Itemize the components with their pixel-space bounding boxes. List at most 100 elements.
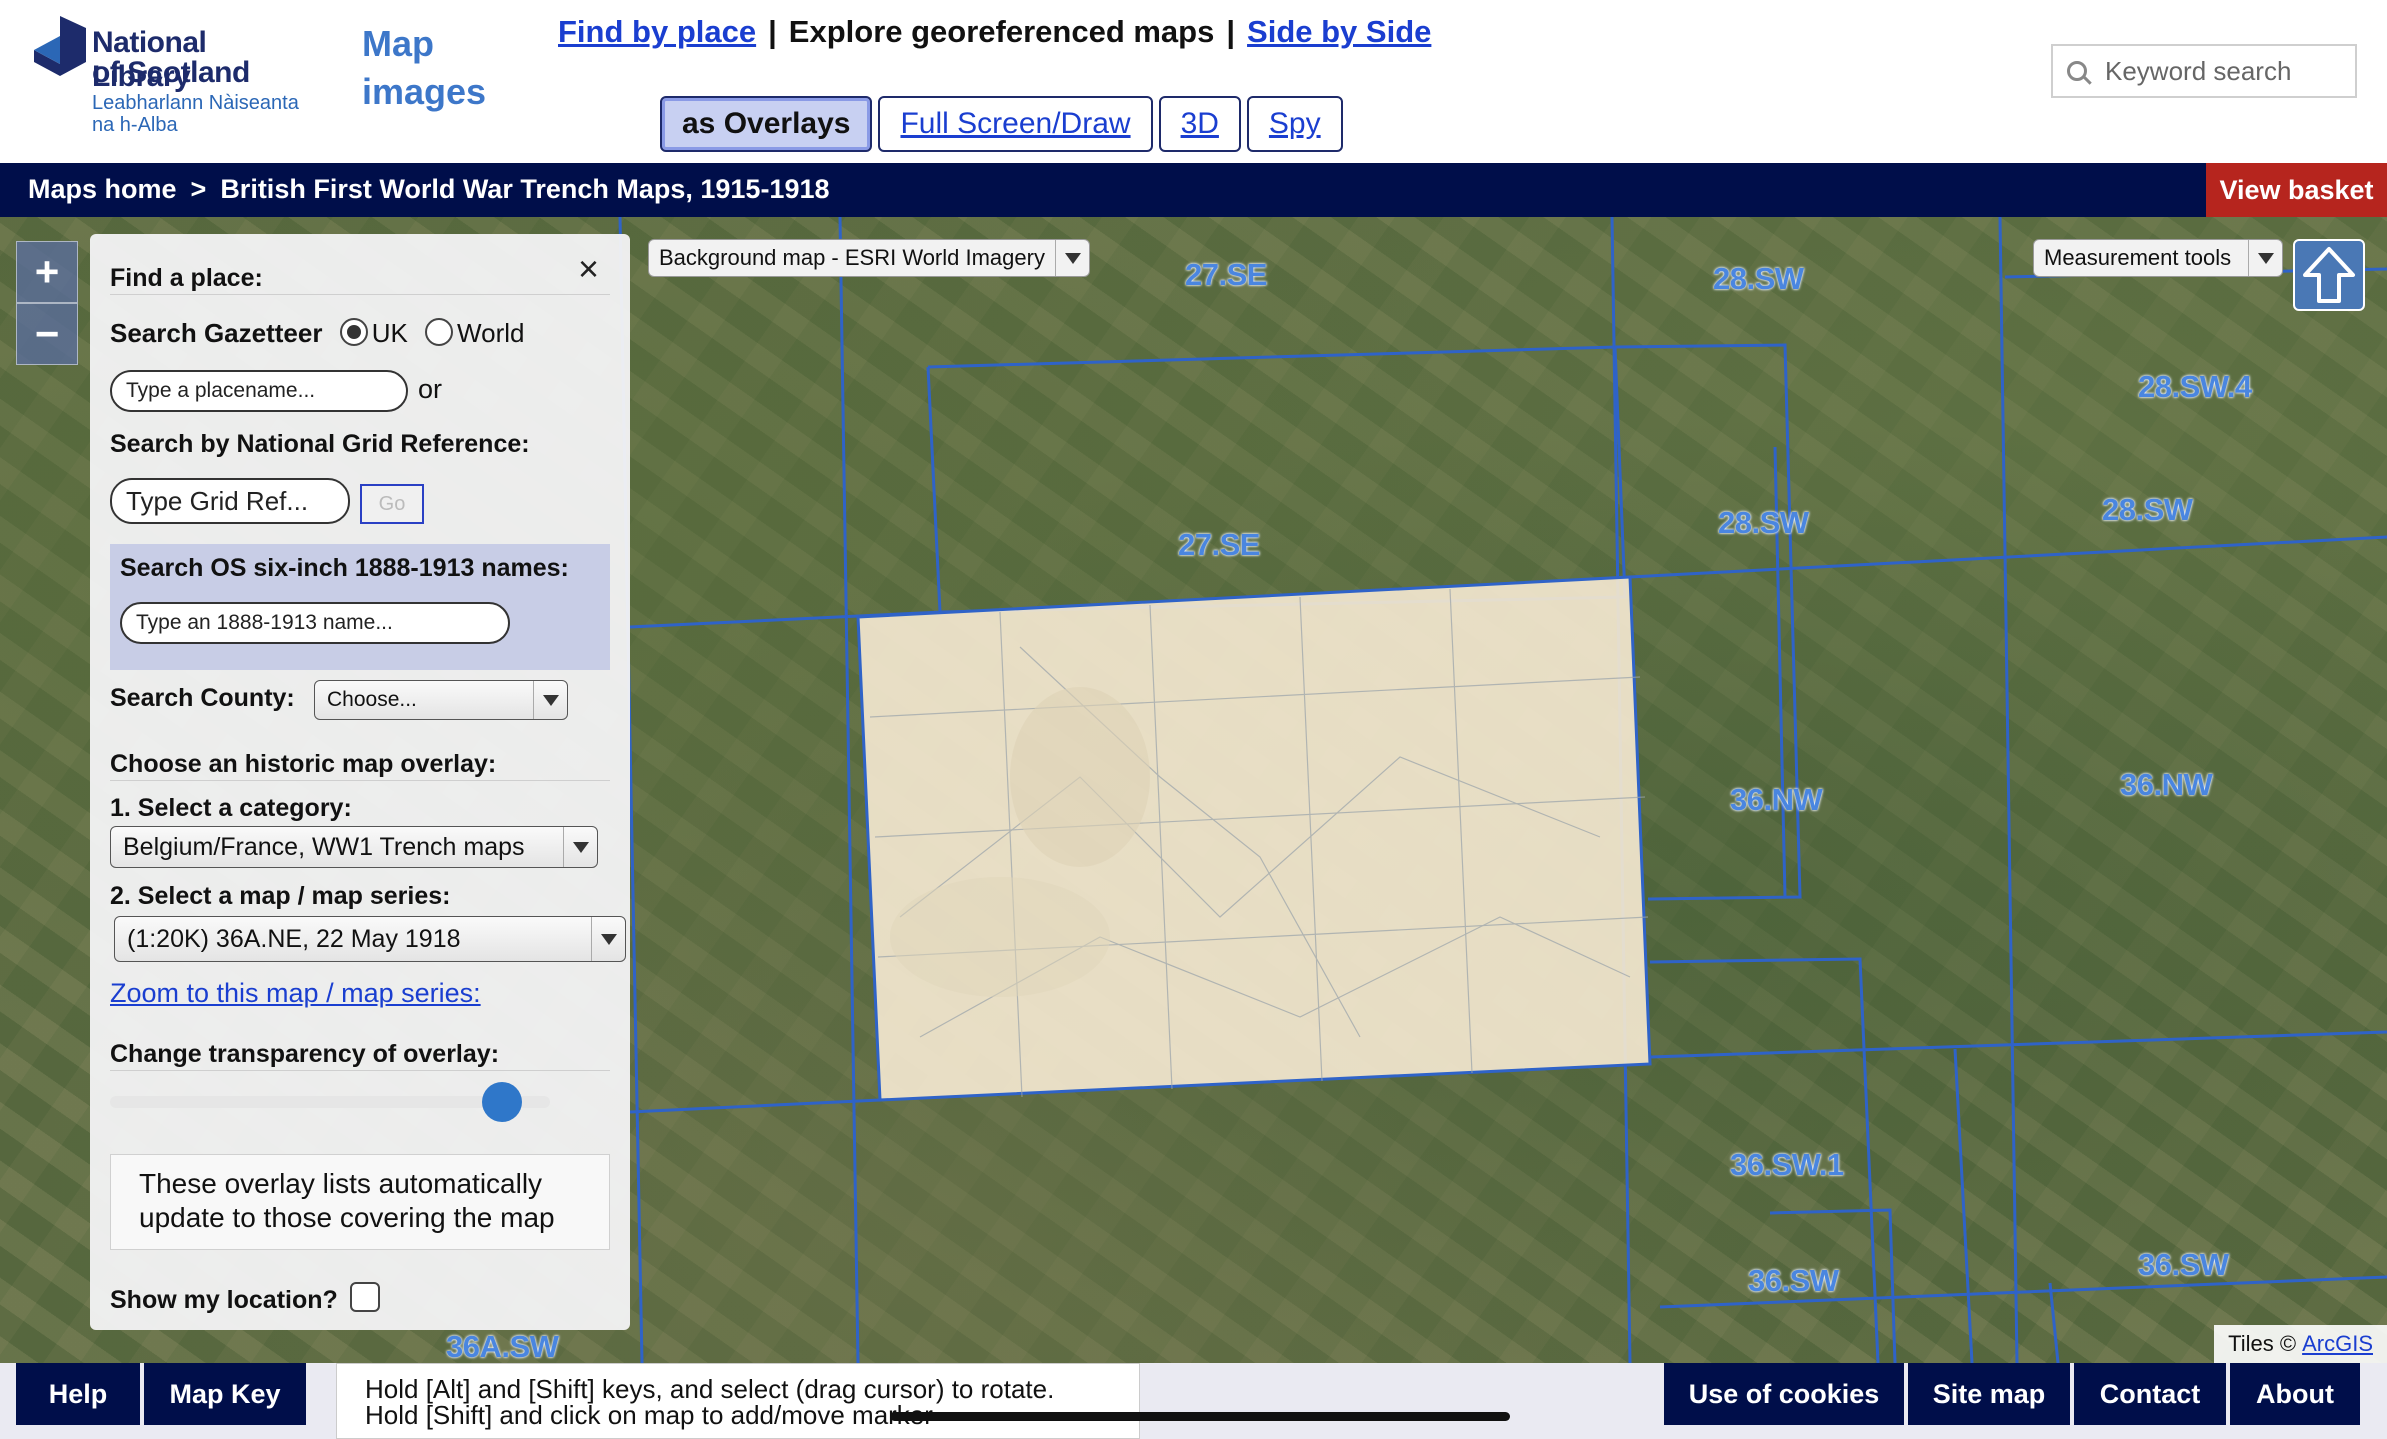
grid-ref-input[interactable]: Type Grid Ref... bbox=[110, 478, 350, 524]
top-navigation: Find by place | Explore georeferenced maps… bbox=[558, 14, 1431, 50]
series-select[interactable]: (1:20K) 36A.NE, 22 May 1918 bbox=[114, 916, 626, 962]
zoom-to-map-link[interactable]: Zoom to this map / map series: bbox=[110, 978, 481, 1009]
county-select[interactable]: Choose... bbox=[314, 680, 568, 720]
or-label: or bbox=[418, 374, 443, 404]
go-button[interactable]: Go bbox=[360, 484, 424, 524]
logo-line-4: na h-Alba bbox=[92, 114, 178, 136]
chevron-down-icon bbox=[1055, 240, 1089, 276]
nav-side-by-side[interactable]: Side by Side bbox=[1247, 14, 1431, 49]
grid-label: 36.SW.1 bbox=[1730, 1147, 1844, 1182]
about-link[interactable]: About bbox=[2230, 1363, 2360, 1425]
scroll-top-button[interactable] bbox=[2293, 239, 2365, 311]
view-mode-tabs: as Overlays Full Screen/Draw 3D Spy bbox=[660, 96, 1343, 152]
logo-line-3: Leabharlann Nàiseanta bbox=[92, 92, 299, 114]
radio-world[interactable]: World bbox=[425, 318, 524, 348]
grid-label: 36A.SW bbox=[446, 1329, 559, 1363]
zoom-out-button[interactable]: − bbox=[16, 303, 78, 365]
os-names-heading: Search OS six-inch 1888-1913 names: bbox=[120, 554, 569, 582]
view-basket-button[interactable]: View basket bbox=[2206, 163, 2387, 217]
transparency-slider[interactable] bbox=[110, 1082, 550, 1122]
grid-label: 27.SE bbox=[1185, 257, 1267, 292]
gazetteer-label: Search Gazetteer bbox=[110, 318, 323, 348]
category-select[interactable]: Belgium/France, WW1 Trench maps bbox=[110, 826, 598, 868]
site-title[interactable]: Map images bbox=[362, 20, 512, 116]
keyword-search-input[interactable]: Keyword search bbox=[2051, 44, 2357, 98]
site-header: National Library of Scotland Leabharlann… bbox=[0, 0, 2387, 163]
use-of-cookies-link[interactable]: Use of cookies bbox=[1664, 1363, 1904, 1425]
nav-separator: | bbox=[1226, 14, 1236, 49]
grid-ref-heading: Search by National Grid Reference: bbox=[110, 430, 530, 458]
background-map-value: Background map - ESRI World Imagery bbox=[659, 245, 1045, 270]
overlay-heading: Choose an historic map overlay: bbox=[110, 750, 497, 778]
zoom-in-button[interactable]: + bbox=[16, 241, 78, 303]
zoom-controls: + − bbox=[16, 241, 86, 365]
divider bbox=[110, 294, 610, 295]
os-names-input[interactable]: Type an 1888-1913 name... bbox=[120, 602, 510, 644]
logo-line-2: of Scotland bbox=[92, 56, 250, 89]
radio-world-button[interactable] bbox=[425, 318, 454, 347]
grid-label: 28.SW.4 bbox=[2138, 369, 2252, 404]
grid-label: 36.NW bbox=[1730, 782, 1823, 817]
category-select-value: Belgium/France, WW1 Trench maps bbox=[123, 832, 525, 861]
show-location-row: Show my location? bbox=[110, 1282, 380, 1316]
county-label: Search County: bbox=[110, 684, 295, 712]
find-place-heading: Find a place: bbox=[110, 264, 263, 292]
grid-label: 36.NW bbox=[2120, 767, 2213, 802]
divider bbox=[110, 1070, 610, 1071]
series-select-value: (1:20K) 36A.NE, 22 May 1918 bbox=[127, 924, 461, 953]
show-location-label: Show my location? bbox=[110, 1286, 338, 1314]
radio-world-label: World bbox=[457, 318, 525, 348]
grid-label: 27.SE bbox=[1178, 527, 1260, 562]
breadcrumb-separator: > bbox=[190, 174, 207, 204]
os-names-placeholder: Type an 1888-1913 name... bbox=[136, 611, 393, 634]
chevron-down-icon bbox=[533, 681, 567, 719]
series-label: 2. Select a map / map series: bbox=[110, 882, 451, 910]
help-button[interactable]: Help bbox=[16, 1363, 140, 1425]
site-map-link[interactable]: Site map bbox=[1908, 1363, 2070, 1425]
arcgis-link[interactable]: ArcGIS bbox=[2302, 1331, 2373, 1357]
transparency-label: Change transparency of overlay: bbox=[110, 1040, 500, 1068]
radio-uk-label: UK bbox=[371, 318, 408, 348]
map-key-button[interactable]: Map Key bbox=[144, 1363, 306, 1425]
measurement-tools-select[interactable]: Measurement tools bbox=[2033, 239, 2283, 277]
tiles-credit: Tiles © ArcGIS bbox=[2214, 1325, 2387, 1363]
grid-label: 36.SW bbox=[1748, 1263, 1839, 1298]
os-names-search: Search OS six-inch 1888-1913 names: Type… bbox=[110, 544, 610, 670]
chevron-down-icon bbox=[591, 917, 625, 961]
nav-explore-current: Explore georeferenced maps bbox=[788, 14, 1215, 49]
overlay-info-note: These overlay lists automatically update… bbox=[110, 1154, 610, 1250]
grid-ref-placeholder: Type Grid Ref... bbox=[126, 485, 309, 516]
close-icon[interactable]: × bbox=[578, 248, 599, 290]
radio-uk-button[interactable] bbox=[339, 318, 368, 347]
radio-uk[interactable]: UK bbox=[339, 318, 408, 348]
grid-label: 28.SW bbox=[2102, 492, 2193, 527]
placename-input[interactable]: Type a placename... bbox=[110, 370, 408, 412]
transparency-slider-handle[interactable] bbox=[482, 1082, 522, 1122]
chevron-down-icon bbox=[2248, 240, 2282, 276]
grid-label: 28.SW bbox=[1713, 261, 1804, 296]
show-location-checkbox[interactable] bbox=[349, 1282, 380, 1313]
breadcrumb-current[interactable]: British First World War Trench Maps, 191… bbox=[220, 174, 829, 204]
footer-bar: Help Map Key Hold [Alt] and [Shift] keys… bbox=[0, 1363, 2387, 1439]
tiles-credit-text: Tiles © bbox=[2228, 1331, 2297, 1356]
up-arrow-icon bbox=[2303, 247, 2355, 303]
nls-logo[interactable]: National Library of Scotland Leabharlann… bbox=[30, 14, 310, 144]
tab-as-overlays[interactable]: as Overlays bbox=[660, 96, 873, 152]
tab-spy[interactable]: Spy bbox=[1246, 96, 1343, 152]
category-label: 1. Select a category: bbox=[110, 794, 352, 822]
background-map-select[interactable]: Background map - ESRI World Imagery bbox=[648, 239, 1090, 277]
tab-full-screen-draw[interactable]: Full Screen/Draw bbox=[878, 96, 1153, 152]
keyboard-hint: Hold [Alt] and [Shift] keys, and select … bbox=[336, 1363, 1140, 1439]
home-indicator bbox=[890, 1412, 1510, 1421]
grid-label: 36.SW bbox=[2138, 1247, 2229, 1282]
contact-link[interactable]: Contact bbox=[2074, 1363, 2226, 1425]
county-select-value: Choose... bbox=[327, 688, 417, 711]
nav-separator: | bbox=[768, 14, 777, 49]
chevron-down-icon bbox=[563, 827, 597, 867]
tab-3d[interactable]: 3D bbox=[1158, 96, 1241, 152]
measurement-tools-value: Measurement tools bbox=[2044, 245, 2232, 270]
hint-rotate: Hold [Alt] and [Shift] keys, and select … bbox=[365, 1374, 1055, 1404]
breadcrumb-maps-home[interactable]: Maps home bbox=[28, 174, 177, 204]
nav-find-by-place[interactable]: Find by place bbox=[558, 14, 756, 49]
find-place-panel: × Find a place: Search Gazetteer UK Worl… bbox=[90, 234, 630, 1330]
